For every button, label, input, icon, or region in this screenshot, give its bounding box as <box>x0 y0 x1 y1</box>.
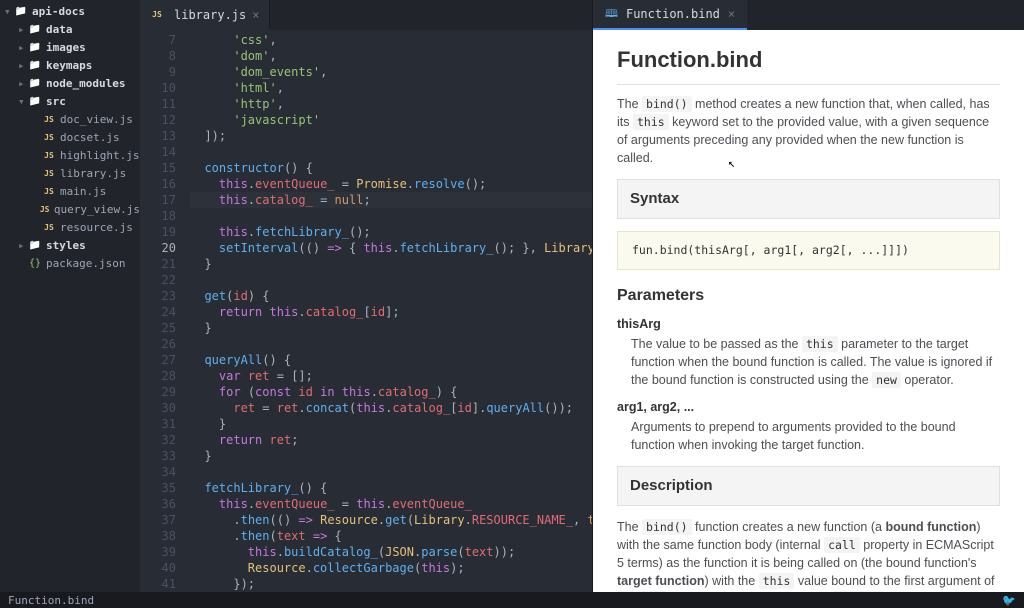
tree-file-docset-js[interactable]: JS docset.js <box>0 128 140 146</box>
param-thisarg-desc: The value to be passed as the this param… <box>631 335 1000 389</box>
file-tree-sidebar[interactable]: ▾ api-docs ▸ data ▸ images ▸ keymaps ▸ node_mod… <box>0 0 140 592</box>
code-area[interactable]: 'css', 'dom', 'dom_events', 'html', 'htt… <box>184 30 592 592</box>
status-left: Function.bind <box>8 594 94 607</box>
status-bar: Function.bind 🐦 <box>0 592 1024 608</box>
tab-label: Function.bind <box>626 7 720 21</box>
js-icon: JS <box>42 151 56 160</box>
doc-tab-function-bind[interactable]: 🕮 Function.bind × <box>593 0 747 30</box>
editor-tab-library[interactable]: JS library.js × <box>140 0 270 30</box>
chevron-right-icon: ▸ <box>18 59 28 72</box>
folder-icon <box>28 42 42 53</box>
tree-file-package[interactable]: {} package.json <box>0 254 140 272</box>
chevron-right-icon: ▸ <box>18 23 28 36</box>
chevron-down-icon: ▾ <box>4 5 14 18</box>
folder-icon <box>28 78 42 89</box>
description-text: The bind() function creates a new functi… <box>617 518 1000 592</box>
close-icon[interactable]: × <box>728 7 735 21</box>
tree-file-query_view-js[interactable]: JS query_view.js <box>0 200 140 218</box>
doc-tabs: 🕮 Function.bind × <box>593 0 1024 30</box>
param-args-desc: Arguments to prepend to arguments provid… <box>631 418 1000 454</box>
tree-file-highlight-js[interactable]: JS highlight.js <box>0 146 140 164</box>
folder-icon <box>28 60 42 71</box>
tree-file-main-js[interactable]: JS main.js <box>0 182 140 200</box>
tree-folder-images[interactable]: ▸ images <box>0 38 140 56</box>
editor-pane: JS library.js × 789101112131415161718192… <box>140 0 592 592</box>
heading-description: Description <box>617 466 1000 506</box>
chevron-down-icon: ▾ <box>18 95 28 108</box>
doc-icon: 🕮 <box>605 5 618 24</box>
heading-syntax: Syntax <box>617 179 1000 219</box>
folder-icon <box>28 96 42 107</box>
param-thisarg-name: thisArg <box>617 315 1000 333</box>
json-icon: {} <box>28 258 42 269</box>
folder-icon <box>14 6 28 17</box>
js-icon: JS <box>150 10 164 19</box>
label: library.js <box>60 167 126 180</box>
js-icon: JS <box>39 205 49 214</box>
syntax-box: fun.bind(thisArg[, arg1[, arg2[, ...]]]) <box>617 231 1000 270</box>
label: styles <box>46 239 86 252</box>
js-icon: JS <box>42 169 56 178</box>
tree-folder-styles[interactable]: ▸ styles <box>0 236 140 254</box>
close-icon[interactable]: × <box>252 8 259 22</box>
label: data <box>46 23 73 36</box>
tree-folder-src[interactable]: ▾ src <box>0 92 140 110</box>
editor-tabs: JS library.js × <box>140 0 592 30</box>
tree-file-doc_view-js[interactable]: JS doc_view.js <box>0 110 140 128</box>
twitter-icon[interactable]: 🐦 <box>1002 594 1016 607</box>
doc-title: Function.bind <box>617 44 1000 85</box>
folder-icon <box>28 240 42 251</box>
label: node_modules <box>46 77 125 90</box>
tab-label: library.js <box>174 8 246 22</box>
label: images <box>46 41 86 54</box>
tree-root[interactable]: ▾ api-docs <box>0 2 140 20</box>
doc-intro: The bind() method creates a new function… <box>617 95 1000 168</box>
label: doc_view.js <box>60 113 133 126</box>
js-icon: JS <box>42 133 56 142</box>
doc-body[interactable]: Function.bind The bind() method creates … <box>593 30 1024 592</box>
js-icon: JS <box>42 223 56 232</box>
tree-file-library-js[interactable]: JS library.js <box>0 164 140 182</box>
tree-file-resource-js[interactable]: JS resource.js <box>0 218 140 236</box>
parameter-list: thisArg The value to be passed as the th… <box>617 315 1000 454</box>
tree-folder-node_modules[interactable]: ▸ node_modules <box>0 74 140 92</box>
label: query_view.js <box>54 203 140 216</box>
label: docset.js <box>60 131 120 144</box>
label: resource.js <box>60 221 133 234</box>
js-icon: JS <box>42 187 56 196</box>
chevron-right-icon: ▸ <box>18 77 28 90</box>
label: src <box>46 95 66 108</box>
root-label: api-docs <box>32 5 85 18</box>
code-editor[interactable]: 7891011121314151617181920212223242526272… <box>140 30 592 592</box>
label: highlight.js <box>60 149 139 162</box>
label: keymaps <box>46 59 92 72</box>
chevron-right-icon: ▸ <box>18 239 28 252</box>
documentation-pane: 🕮 Function.bind × Function.bind The bind… <box>592 0 1024 592</box>
chevron-right-icon: ▸ <box>18 41 28 54</box>
gutter: 7891011121314151617181920212223242526272… <box>140 30 184 592</box>
tree-folder-data[interactable]: ▸ data <box>0 20 140 38</box>
js-icon: JS <box>42 115 56 124</box>
folder-icon <box>28 24 42 35</box>
param-args-name: arg1, arg2, ... <box>617 398 1000 416</box>
heading-parameters: Parameters <box>617 284 1000 307</box>
label: main.js <box>60 185 106 198</box>
tree-folder-keymaps[interactable]: ▸ keymaps <box>0 56 140 74</box>
label: package.json <box>46 257 125 270</box>
